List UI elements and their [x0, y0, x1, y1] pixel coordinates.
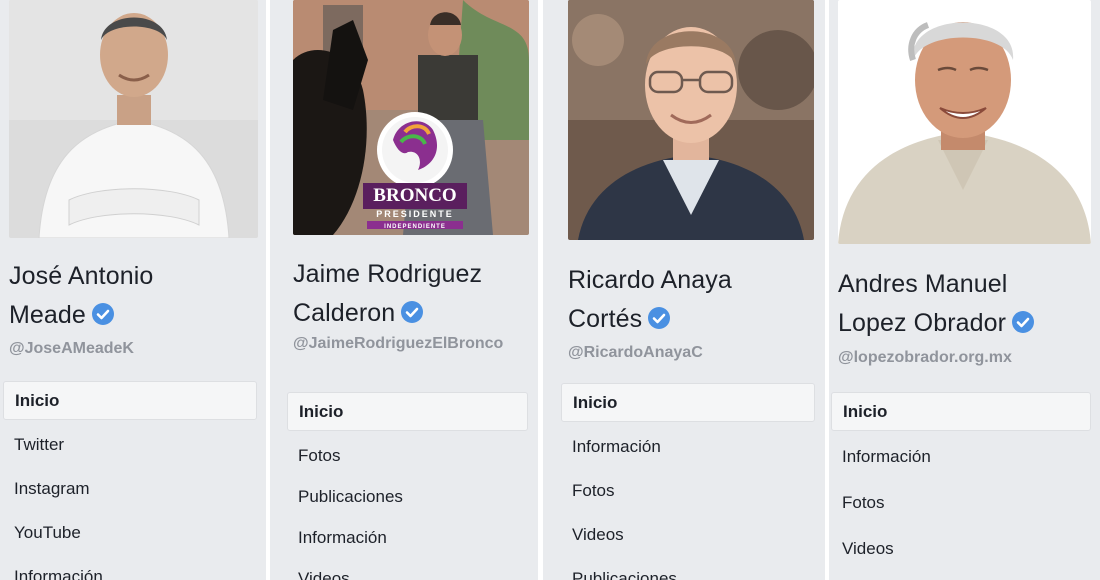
nav-item-informacion[interactable]: Información [3, 558, 257, 580]
nav-item-publicaciones[interactable]: Publicaciones [561, 560, 815, 580]
page-name-line-1: José Antonio [9, 262, 154, 290]
page-nav: Inicio Twitter Instagram YouTube Informa… [3, 381, 257, 580]
page-name-line-2: Lopez Obrador [838, 309, 1007, 337]
page-username[interactable]: @JaimeRodriguezElBronco [293, 333, 525, 354]
nav-item-youtube[interactable]: YouTube [3, 514, 257, 552]
page-name-line-1: Andres Manuel [838, 270, 1008, 298]
page-name[interactable]: Ricardo Anaya Cortés [568, 261, 732, 339]
nav-item-inicio[interactable]: Inicio [287, 392, 528, 431]
nav-item-informacion[interactable]: Información [287, 519, 528, 557]
profile-photo[interactable] [568, 0, 814, 240]
nav-item-publicaciones[interactable]: Publicaciones [287, 478, 528, 516]
profile-photo[interactable]: BRONCO PRESIDENTE INDEPENDIENTE [293, 0, 529, 235]
page-name-line-2: Meade [9, 301, 86, 329]
verified-badge-icon [401, 301, 424, 323]
nav-item-informacion[interactable]: Información [561, 428, 815, 466]
page-nav: Inicio Información Fotos Videos Publicac… [561, 383, 815, 580]
profile-photo[interactable] [838, 0, 1091, 244]
page-name[interactable]: Andres Manuel Lopez Obrador [838, 265, 1035, 343]
profile-photo[interactable] [9, 0, 258, 238]
nav-item-instagram[interactable]: Instagram [3, 470, 257, 508]
nav-item-inicio[interactable]: Inicio [831, 392, 1091, 431]
page-name[interactable]: Jaime Rodriguez Calderon [293, 255, 482, 333]
profile-card-rodriguez: BRONCO PRESIDENTE INDEPENDIENTE Jaime Ro… [270, 0, 538, 580]
profile-card-lopez-obrador: Andres Manuel Lopez Obrador @lopezobrado… [829, 0, 1100, 580]
page-name-line-2: Cortés [568, 305, 643, 333]
bronco-logo-text: BRONCO [373, 185, 456, 206]
page-username[interactable]: @lopezobrador.org.mx [838, 347, 1088, 368]
profile-card-anaya: Ricardo Anaya Cortés @RicardoAnayaC Inic… [543, 0, 825, 580]
nav-item-videos[interactable]: Videos [561, 516, 815, 554]
verified-badge-icon [1012, 311, 1035, 333]
verified-badge-icon [91, 303, 114, 325]
nav-item-inicio[interactable]: Inicio [3, 381, 257, 420]
page-name[interactable]: José Antonio Meade [9, 257, 153, 335]
nav-item-twitter[interactable]: Twitter [3, 426, 257, 464]
page-nav: Inicio Información Fotos Videos [831, 392, 1091, 575]
page-nav: Inicio Fotos Publicaciones Información V… [287, 392, 528, 580]
nav-item-videos[interactable]: Videos [287, 560, 528, 580]
nav-item-inicio[interactable]: Inicio [561, 383, 815, 422]
verified-badge-icon [648, 307, 671, 329]
nav-item-videos[interactable]: Videos [831, 529, 1091, 569]
page-name-line-1: Ricardo Anaya [568, 266, 732, 294]
nav-item-fotos[interactable]: Fotos [561, 472, 815, 510]
bronco-logo-subtitle: PRESIDENTE [376, 209, 454, 219]
nav-item-fotos[interactable]: Fotos [287, 437, 528, 475]
page-name-line-2: Calderon [293, 299, 396, 327]
bronco-logo-tagline: INDEPENDIENTE [384, 224, 446, 230]
page-username[interactable]: @RicardoAnayaC [568, 342, 808, 363]
page-username[interactable]: @JoseAMeadeK [9, 338, 249, 359]
page-name-line-1: Jaime Rodriguez [293, 260, 483, 288]
profile-card-meade: José Antonio Meade @JoseAMeadeK Inicio T… [0, 0, 266, 580]
nav-item-fotos[interactable]: Fotos [831, 483, 1091, 523]
nav-item-informacion[interactable]: Información [831, 437, 1091, 477]
